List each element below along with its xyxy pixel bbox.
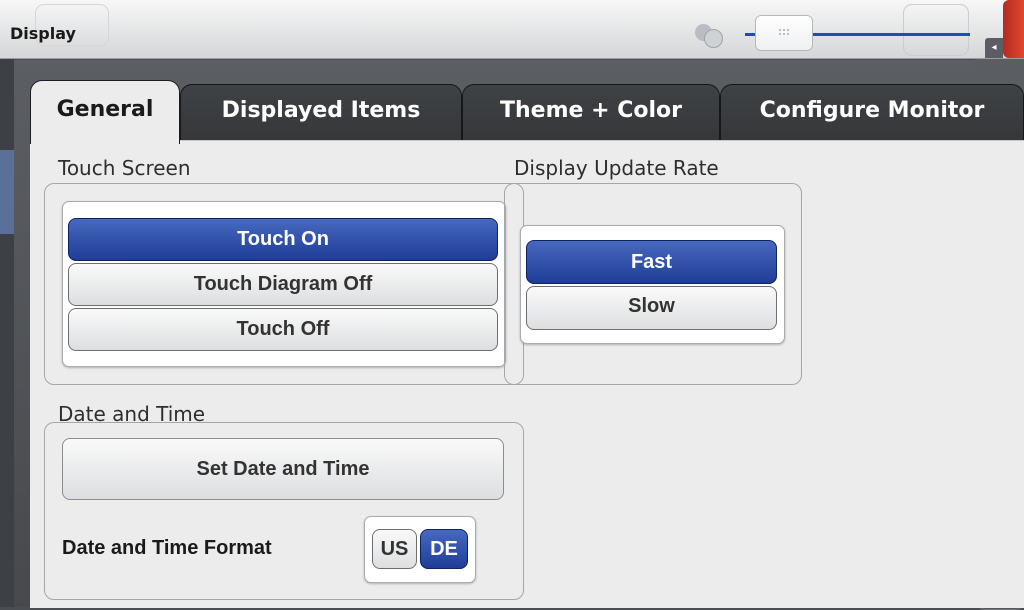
title-bar: Display ◂ xyxy=(0,0,1024,59)
touch-off-button[interactable]: Touch Off xyxy=(68,308,498,351)
tab-label: Configure Monitor xyxy=(759,98,985,123)
slow-button[interactable]: Slow xyxy=(526,286,777,330)
transparency-icon xyxy=(695,24,723,48)
format-de-button[interactable]: DE xyxy=(420,529,468,569)
display-update-rate-label: Display Update Rate xyxy=(514,156,719,180)
background-app-edge xyxy=(0,58,14,607)
opacity-slider[interactable] xyxy=(745,15,970,51)
fast-button[interactable]: Fast xyxy=(526,240,777,284)
general-tab-panel: Touch Screen Touch On Touch Diagram Off … xyxy=(30,140,1024,608)
format-us-button[interactable]: US xyxy=(372,529,417,569)
opacity-slider-handle[interactable] xyxy=(755,15,813,51)
touch-on-button[interactable]: Touch On xyxy=(68,218,498,261)
tab-configure-monitor[interactable]: Configure Monitor xyxy=(720,84,1024,142)
tab-theme-color[interactable]: Theme + Color xyxy=(462,84,720,142)
left-arrow-icon[interactable]: ◂ xyxy=(985,38,1003,58)
close-icon[interactable] xyxy=(1003,0,1024,58)
tab-general[interactable]: General xyxy=(30,80,180,144)
tab-displayed-items[interactable]: Displayed Items xyxy=(180,84,462,142)
tab-label: General xyxy=(56,97,154,122)
window-title: Display xyxy=(10,24,76,43)
touch-diagram-off-button[interactable]: Touch Diagram Off xyxy=(68,263,498,306)
grip-icon xyxy=(778,28,790,36)
background-app-accent xyxy=(0,150,14,234)
tab-label: Theme + Color xyxy=(500,98,682,123)
tab-label: Displayed Items xyxy=(221,98,421,123)
touch-screen-label: Touch Screen xyxy=(58,156,191,180)
date-and-time-format-label: Date and Time Format xyxy=(62,537,272,559)
set-date-and-time-button[interactable]: Set Date and Time xyxy=(62,438,504,500)
